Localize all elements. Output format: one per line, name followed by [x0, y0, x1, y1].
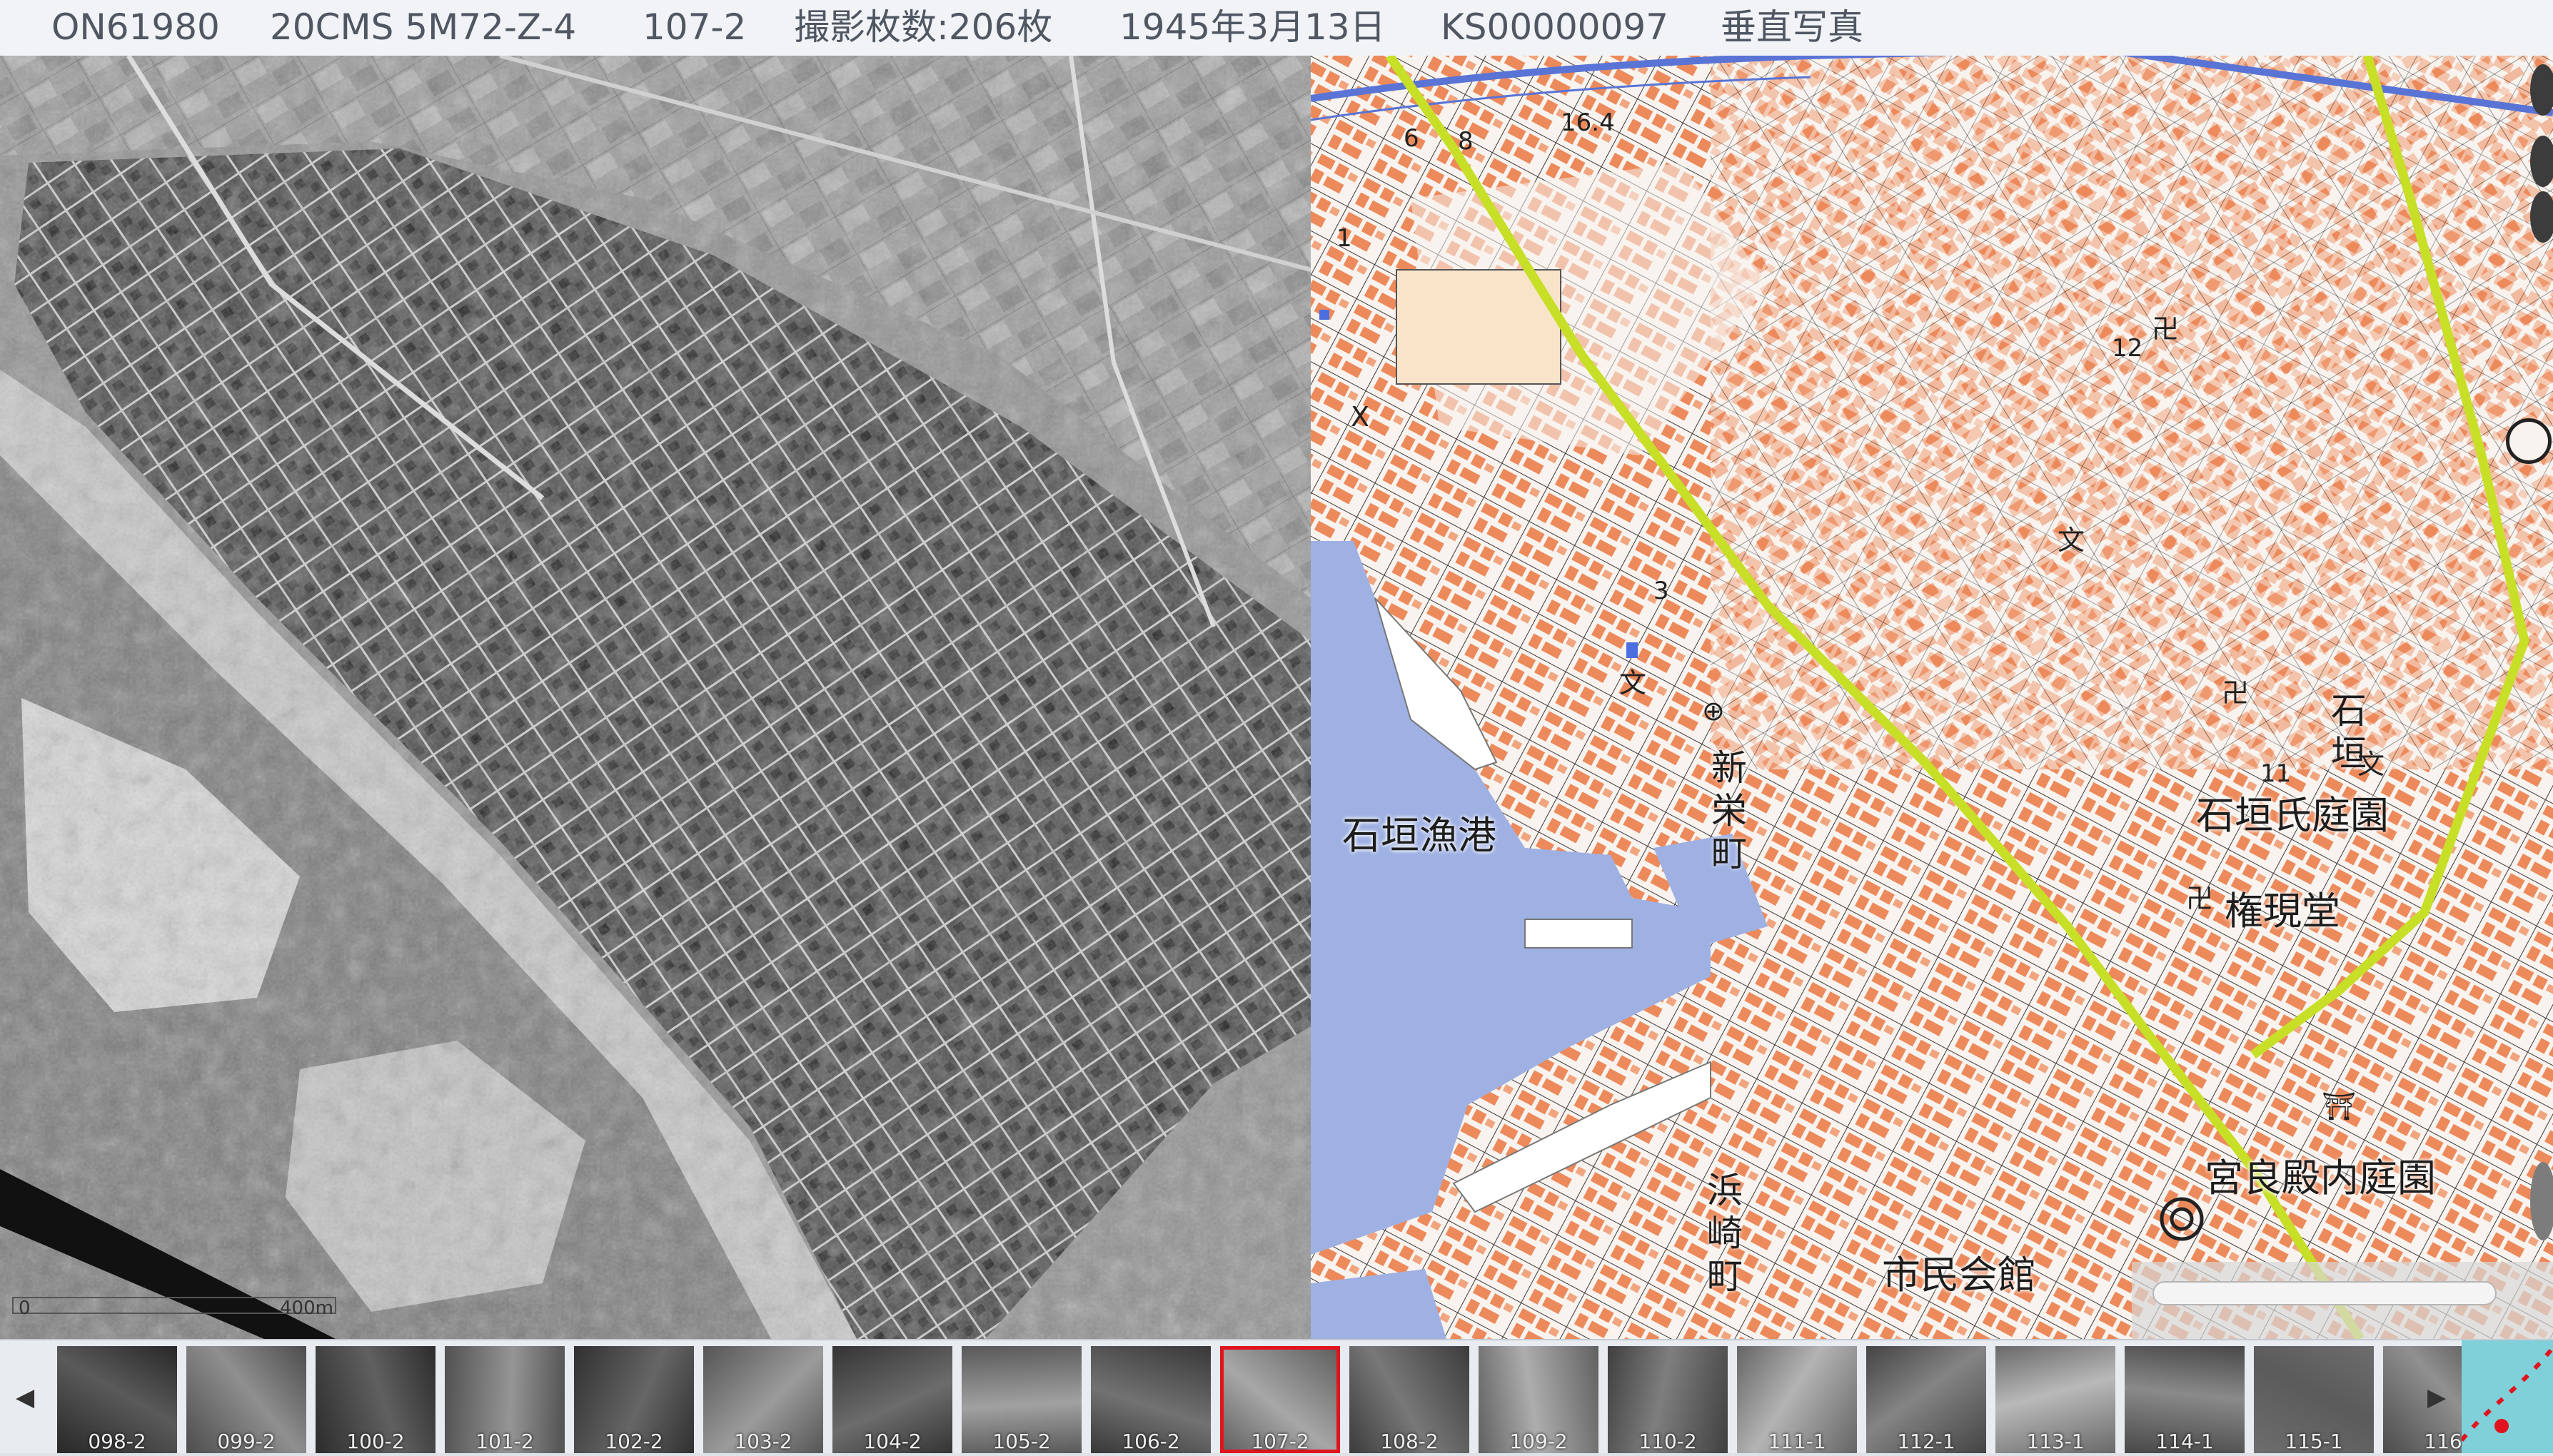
zoom-out-button[interactable] — [2530, 136, 2553, 187]
thumbnail-102-2[interactable]: 102-2 — [574, 1346, 694, 1453]
map-label-shimin-kaikan: 市民会館 — [1882, 1253, 2036, 1298]
filmstrip-prev-button[interactable]: ◀ — [16, 1383, 34, 1412]
shot-date: 1945年3月13日 — [1119, 6, 1386, 48]
spot-height-5: 3 — [1653, 577, 1669, 605]
temple-icon: 卍 — [2222, 677, 2250, 709]
thumbnail-104-2[interactable]: 104-2 — [832, 1346, 952, 1453]
map-label-gongendo: 権現堂 — [2225, 889, 2340, 934]
thumbnail-113-1[interactable]: 113-1 — [1995, 1346, 2115, 1453]
thumbnail-label: 109-2 — [1509, 1430, 1568, 1453]
thumbnail-108-2[interactable]: 108-2 — [1349, 1346, 1469, 1453]
police-icon: X — [1351, 401, 1370, 433]
map-label-hamasaki: 浜崎町 — [1707, 1170, 1743, 1297]
school-icon: 文 — [2058, 525, 2085, 556]
thumbnail-label: 108-2 — [1380, 1430, 1439, 1453]
map-control-button[interactable] — [2530, 1162, 2553, 1240]
photo-id: ON61980 — [51, 6, 220, 48]
photo-type: 垂直写真 — [1721, 6, 1863, 48]
thumbnail-label: 113-1 — [2026, 1430, 2085, 1453]
thumbnail-101-2[interactable]: 101-2 — [445, 1346, 565, 1453]
thumbnail-103-2[interactable]: 103-2 — [703, 1346, 823, 1453]
minimap[interactable] — [2459, 1340, 2553, 1453]
spot-height-2: 8 — [1458, 127, 1474, 156]
frame-number: 107-2 — [643, 6, 747, 48]
filmstrip: ◀ 098-2 099-2 100-2 101-2 102-2 103-2 104-2 105… — [0, 1339, 2553, 1453]
temple-icon: 卍 — [2186, 883, 2214, 914]
thumbnail-105-2[interactable]: 105-2 — [962, 1346, 1082, 1453]
thumbnail-114-1[interactable]: 114-1 — [2125, 1346, 2245, 1453]
rotate-button[interactable] — [2530, 191, 2553, 243]
map-label-ishigaki-garden: 石垣氏庭園 — [2196, 793, 2389, 838]
thumbnail-label: 112-1 — [1897, 1430, 1955, 1453]
thumbnail-100-2[interactable]: 100-2 — [316, 1346, 435, 1453]
school-icon: 文 — [2357, 749, 2385, 780]
thumbnail-106-2[interactable]: 106-2 — [1091, 1346, 1211, 1453]
course-code: 20CMS 5M72-Z-4 — [270, 6, 577, 48]
thumbnail-109-2[interactable]: 109-2 — [1479, 1346, 1598, 1453]
shot-count: 撮影枚数:206枚 — [794, 6, 1053, 48]
map-label-miyaradunchi: 宮良殿内庭園 — [2205, 1156, 2436, 1200]
thumbnail-107-2[interactable]: 107-2 — [1220, 1346, 1340, 1453]
aerial-photo-pane[interactable]: 0 400m — [0, 56, 1311, 1339]
zoom-in-button[interactable] — [2530, 64, 2553, 116]
settings-gear-icon[interactable] — [2506, 418, 2552, 464]
school-icon: 文 — [1619, 667, 1647, 699]
ks-code: KS00000097 — [1441, 6, 1669, 48]
shrine-icon: ⛩ — [2322, 1091, 2357, 1122]
temple-icon: 卍 — [2152, 313, 2180, 345]
thumbnail-099-2[interactable]: 099-2 — [186, 1346, 306, 1453]
scale-bar-start: 0 — [19, 1298, 31, 1319]
thumbnail-111-1[interactable]: 111-1 — [1737, 1346, 1857, 1453]
scale-bar-end: 400m — [280, 1298, 333, 1319]
photo-info-bar: ON61980 20CMS 5M72-Z-4 107-2 撮影枚数:206枚 1… — [0, 0, 2553, 57]
thumbnail-label: 115-1 — [2285, 1430, 2343, 1453]
spot-height-7: 1 — [1336, 224, 1352, 253]
spot-height-6: 11 — [2260, 759, 2292, 788]
thumbnail-label: 101-2 — [475, 1430, 534, 1453]
spot-height-3: 16.4 — [1561, 108, 1615, 137]
spot-height-4: 12 — [2112, 334, 2143, 363]
thumbnail-label: 107-2 — [1251, 1430, 1309, 1453]
post-office-icon: ⊕ — [1702, 695, 1725, 727]
spot-height-1: 6 — [1404, 124, 1419, 153]
thumbnail-115-1[interactable]: 115-1 — [2254, 1346, 2374, 1453]
thumbnail-label: 099-2 — [217, 1430, 276, 1453]
thumbnail-label: 114-1 — [2155, 1430, 2214, 1453]
map-label-harbor: 石垣漁港 — [1342, 813, 1496, 858]
thumbnail-label: 110-2 — [1638, 1430, 1697, 1453]
thumbnail-label: 103-2 — [734, 1430, 792, 1453]
thumbnail-label: 098-2 — [88, 1430, 146, 1453]
thumbnail-label: 102-2 — [605, 1430, 663, 1453]
minimap-graphic — [2459, 1340, 2553, 1453]
thumbnail-110-2[interactable]: 110-2 — [1608, 1346, 1728, 1453]
thumbnail-112-1[interactable]: 112-1 — [1866, 1346, 1986, 1453]
thumbnail-label: 104-2 — [863, 1430, 922, 1453]
thumbnail-098-2[interactable]: 098-2 — [57, 1346, 177, 1453]
aerial-photo[interactable] — [0, 56, 1311, 1339]
thumbnail-label: 100-2 — [346, 1430, 405, 1453]
filmstrip-next-button[interactable]: ▶ — [2427, 1383, 2446, 1412]
topographic-map-pane[interactable]: 石垣漁港 新栄町 浜崎町 石垣 石垣氏庭園 権現堂 宮良殿内庭園 市民会館 6 … — [1311, 56, 2553, 1339]
thumbnail-label: 111-1 — [1768, 1430, 1826, 1453]
map-label-shinei: 新栄町 — [1711, 747, 1747, 874]
thumbnail-label: 105-2 — [992, 1430, 1051, 1453]
thumbnail-label: 106-2 — [1122, 1430, 1180, 1453]
